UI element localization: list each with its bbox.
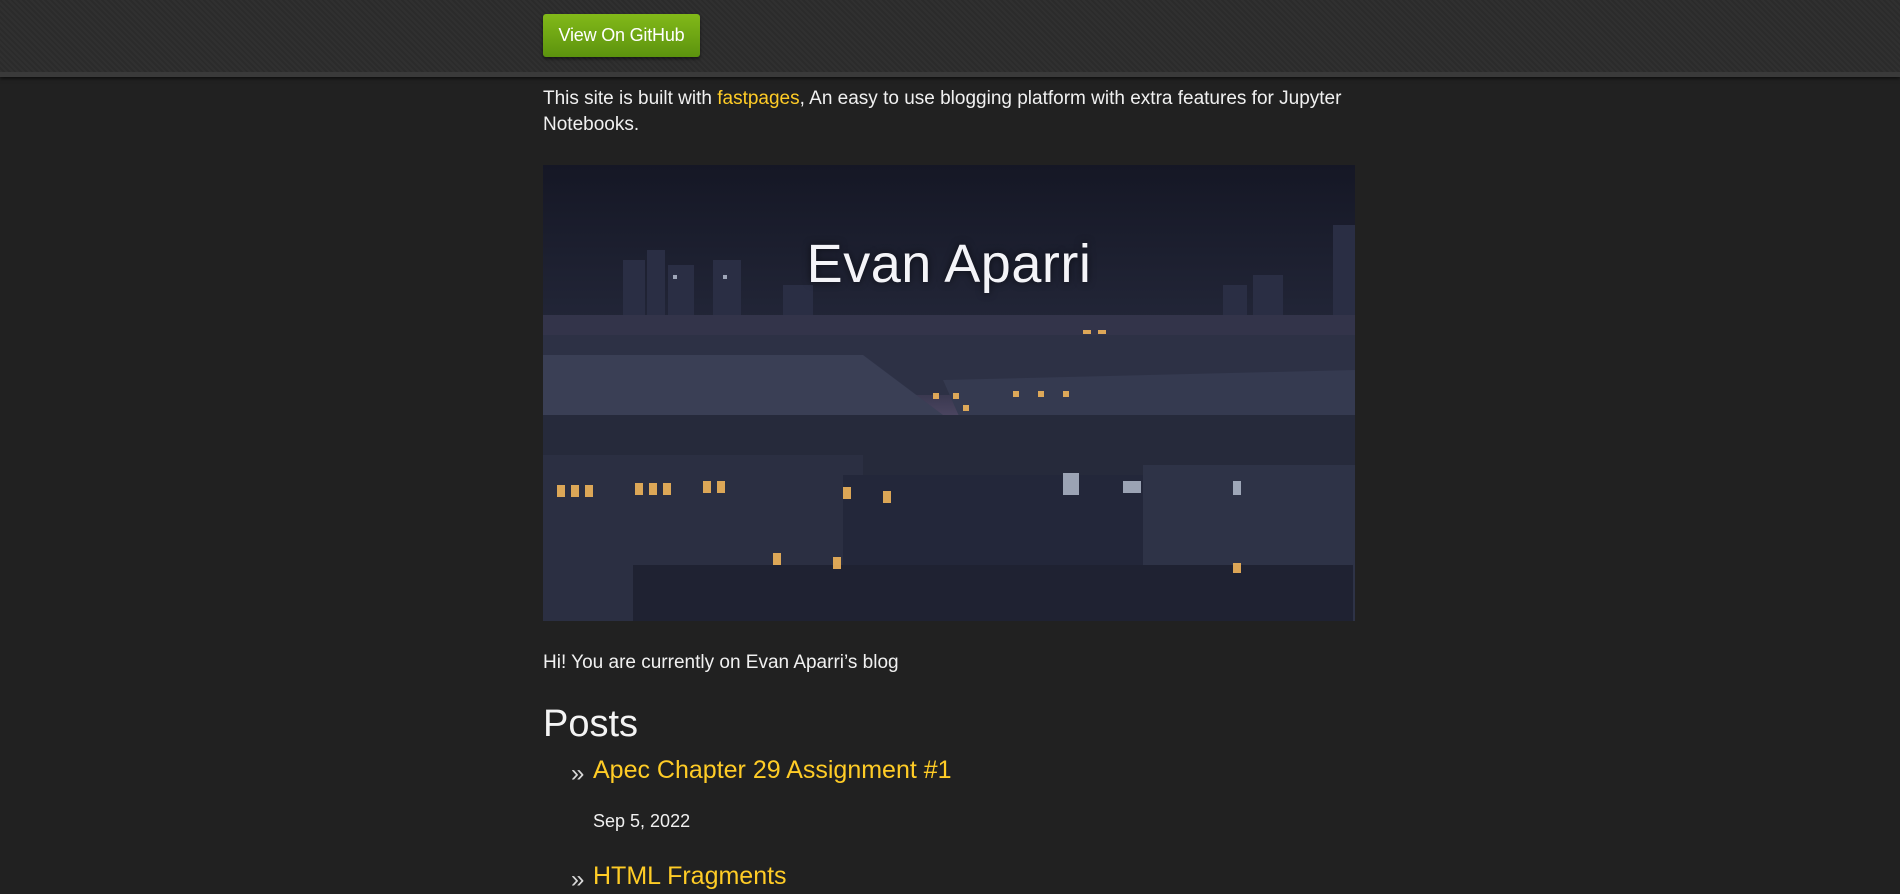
- intro-text: This site is built with fastpages, An ea…: [543, 86, 1355, 138]
- view-on-github-button[interactable]: View On GitHub: [543, 14, 700, 57]
- intro-prefix: This site is built with: [543, 88, 718, 109]
- banner-title: Evan Aparri: [806, 234, 1092, 294]
- posts-heading: Posts: [543, 703, 639, 745]
- post-date: Sep 5, 2022: [593, 811, 691, 831]
- post-title-link[interactable]: Apec Chapter 29 Assignment #1: [593, 756, 952, 785]
- greeting-text: Hi! You are currently on Evan Aparri’s b…: [543, 652, 899, 673]
- banner-image: Evan Aparri: [543, 165, 1355, 621]
- chevron-right-icon: »: [571, 866, 585, 893]
- site-header: View On GitHub: [0, 0, 1900, 77]
- fastpages-link[interactable]: fastpages: [717, 88, 799, 109]
- chevron-right-icon: »: [571, 760, 585, 787]
- main-content: This site is built with fastpages, An ea…: [543, 86, 1355, 893]
